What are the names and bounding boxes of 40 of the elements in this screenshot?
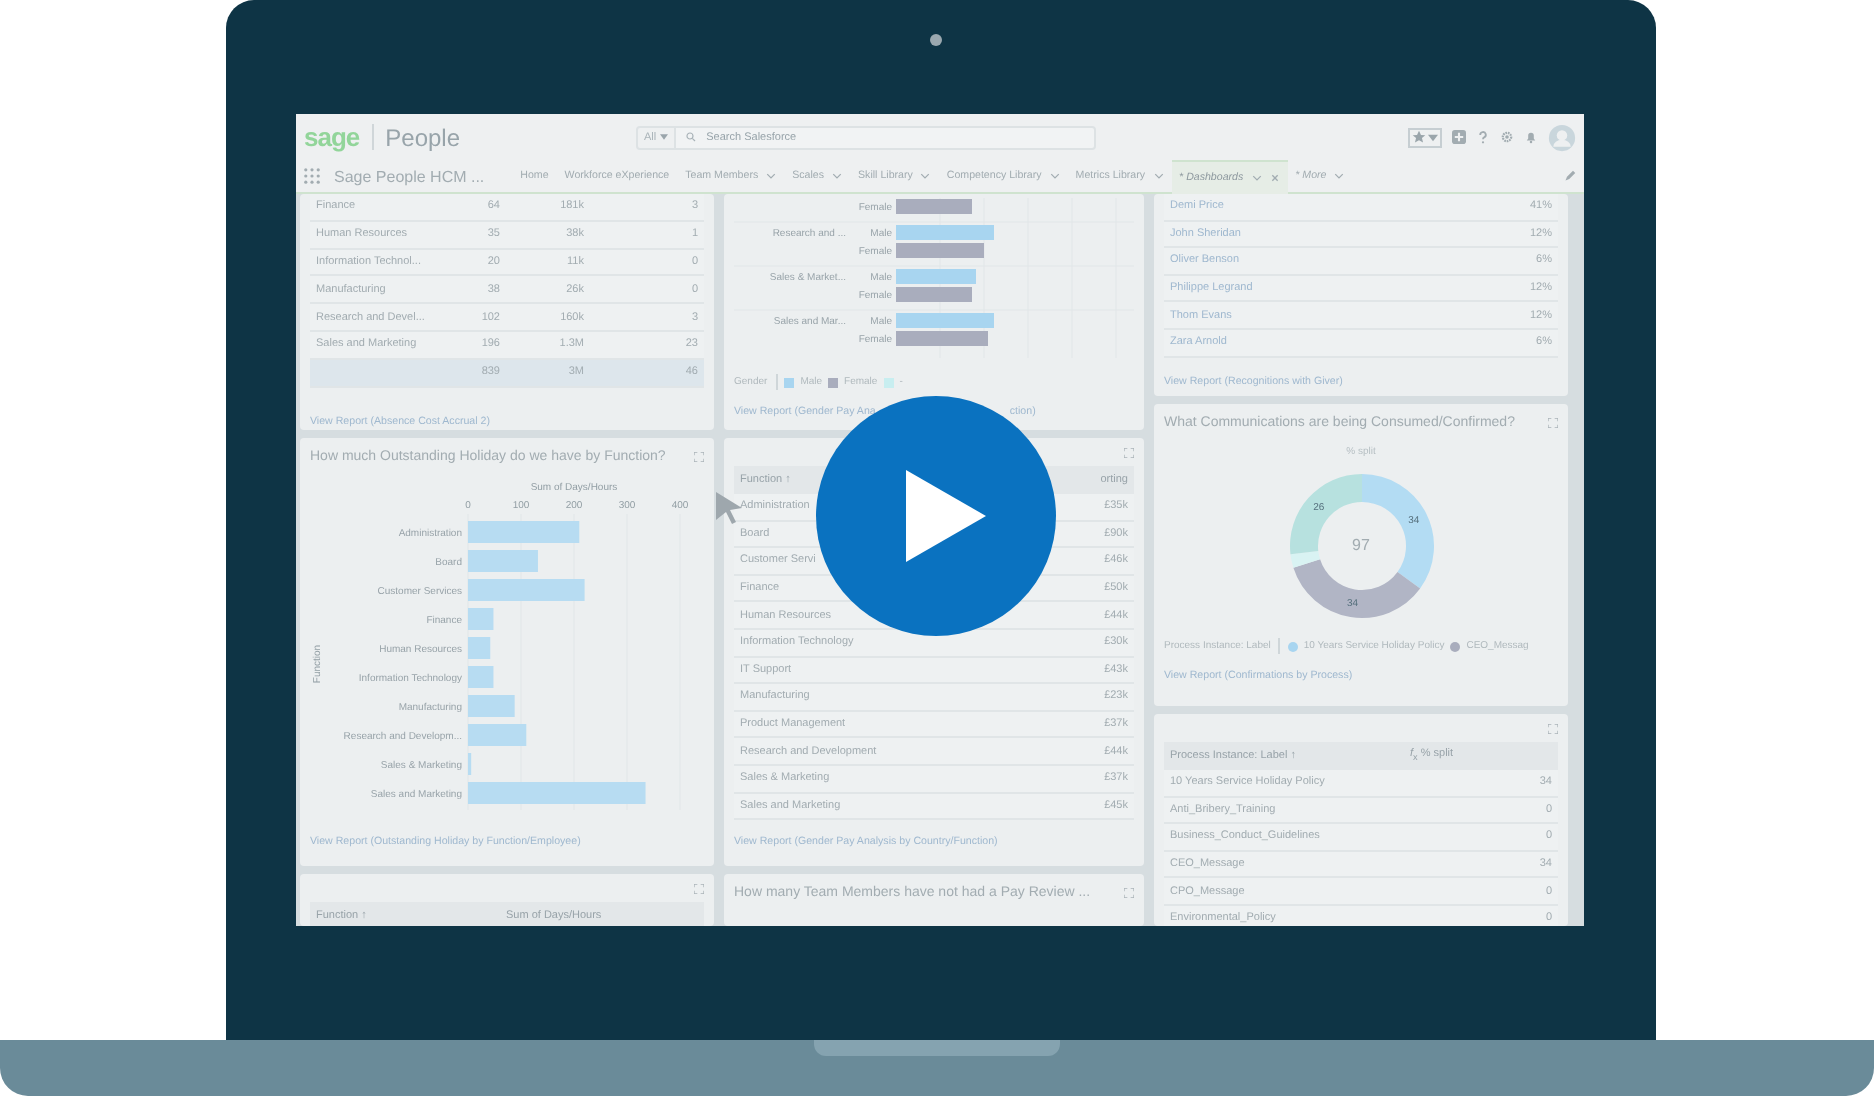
help-icon[interactable]: [1476, 130, 1490, 144]
bell-icon[interactable]: [1524, 130, 1538, 144]
bar: [468, 550, 538, 572]
edit-icon[interactable]: [1564, 170, 1576, 182]
bar: [468, 608, 494, 630]
favorites-button[interactable]: [1408, 127, 1442, 147]
expand-icon[interactable]: [694, 883, 704, 893]
expand-icon[interactable]: [694, 452, 704, 462]
caret-icon: [1428, 133, 1438, 141]
expand-icon[interactable]: [1548, 723, 1558, 733]
chevron-icon: [766, 172, 777, 180]
logo: sage: [304, 122, 360, 152]
play-icon: [906, 470, 986, 562]
bar: [468, 637, 491, 659]
expand-icon[interactable]: [1124, 888, 1134, 898]
camera-dot: [930, 34, 942, 46]
bar: [468, 724, 527, 746]
settings-icon[interactable]: [1500, 130, 1514, 144]
caret-icon: [660, 134, 669, 140]
chevron-icon: [1153, 172, 1164, 180]
total-value: 97: [1350, 536, 1372, 554]
search-icon: [686, 132, 697, 142]
chevron-icon: [1334, 172, 1345, 180]
avatar-icon[interactable]: [1548, 123, 1576, 151]
bar: [468, 695, 515, 717]
expand-icon[interactable]: [1124, 447, 1134, 457]
cursor-icon: [716, 492, 744, 524]
chevron-icon: [1049, 172, 1060, 180]
app-name: People: [385, 123, 461, 151]
app-launcher-icon[interactable]: [304, 168, 320, 184]
app-title: Sage People HCM ...: [334, 167, 485, 185]
bar: [468, 666, 494, 688]
close-icon[interactable]: [1269, 173, 1280, 181]
chevron-icon: [920, 172, 931, 180]
bar: [468, 521, 580, 543]
add-icon[interactable]: [1452, 130, 1466, 144]
expand-icon[interactable]: [1548, 418, 1558, 428]
chevron-icon: [1251, 173, 1262, 181]
bar: [468, 579, 585, 601]
chevron-icon: [832, 172, 843, 180]
